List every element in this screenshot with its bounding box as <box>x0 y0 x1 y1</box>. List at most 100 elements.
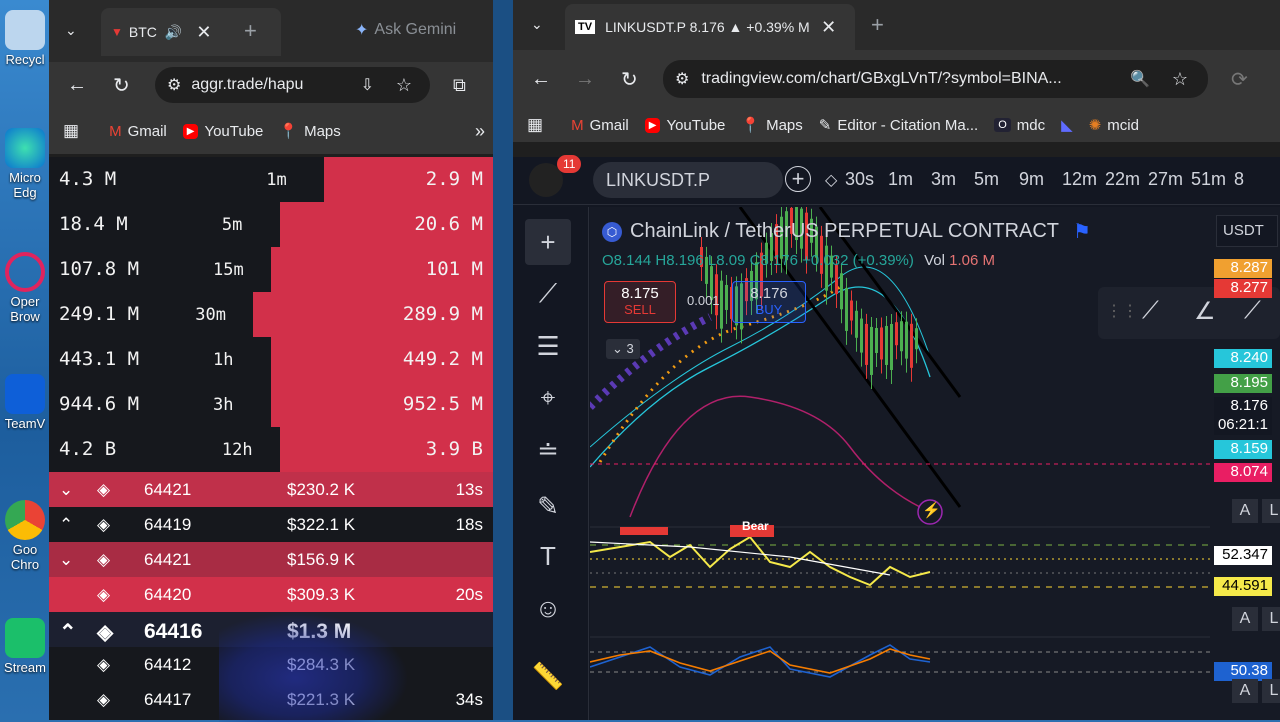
new-tab-icon[interactable]: + <box>871 12 884 38</box>
fib-lines-icon[interactable]: ☰ <box>525 323 571 369</box>
tab-search-icon[interactable]: ⌄ <box>531 16 543 33</box>
log-scale-button[interactable]: L <box>1262 499 1280 523</box>
right-volume: 289.9 M <box>402 303 483 325</box>
prediction-icon[interactable]: ≐ <box>525 427 571 473</box>
tab-tradingview[interactable]: TV LINKUSDT.P 8.176 ▲ +0.39% M ✕ <box>565 4 855 50</box>
desktop-icon-edge[interactable]: Micro Edg <box>0 128 50 200</box>
speaker-icon[interactable]: 🔊 <box>165 24 182 41</box>
price-label: 8.277 <box>1214 279 1272 298</box>
chevron-up-icon: ⌃ <box>59 621 77 644</box>
diamond-icon[interactable]: ◇ <box>825 170 837 190</box>
emoji-icon[interactable]: ☺ <box>525 585 571 631</box>
apps-icon[interactable]: ▦ <box>527 115 543 135</box>
extensions-icon[interactable]: ⧉ <box>453 75 466 96</box>
desktop-icon-stream[interactable]: Stream <box>0 618 50 675</box>
bookmark-youtube[interactable]: ▶ YouTube <box>644 117 725 134</box>
bookmark-mcid[interactable]: ✺ mcid <box>1089 116 1139 135</box>
trend-line-icon[interactable]: ⟋ <box>525 271 571 317</box>
candle <box>720 280 723 329</box>
pattern-icon[interactable]: ⌖ <box>525 375 571 421</box>
currency-selector[interactable]: USDT <box>1216 215 1278 247</box>
log-scale-button[interactable]: L <box>1262 679 1280 703</box>
bookmark-gmail[interactable]: M Gmail <box>571 117 629 134</box>
ask-gemini-button[interactable]: ✦ Ask Gemini <box>355 20 456 40</box>
reload-icon[interactable]: ↻ <box>621 67 638 92</box>
angle-tool-icon[interactable]: ∠ <box>1194 297 1216 326</box>
address-bar[interactable]: ⚙ aggr.trade/hapu ⇩ ☆ <box>155 67 430 103</box>
bookmark-gmail[interactable]: M Gmail <box>109 123 167 140</box>
desktop-icon-chrome[interactable]: Goo Chro <box>0 500 50 572</box>
left-browser-window: ⌄ ▼ BTC 🔊 ✕ + ✦ Ask Gemini ← ↻ ⚙ aggr.tr… <box>49 0 493 722</box>
star-icon[interactable]: ☆ <box>396 75 412 96</box>
text-icon[interactable]: T <box>525 533 571 579</box>
flag-icon[interactable]: ⚑ <box>1073 219 1091 244</box>
desktop-icon-recycle[interactable]: Recycl <box>0 10 50 67</box>
price-label: 8.074 <box>1214 463 1272 482</box>
timeframe-51m[interactable]: 51m <box>1191 169 1226 190</box>
install-app-icon[interactable]: ⇩ <box>361 75 374 95</box>
timeframe-8[interactable]: 8 <box>1234 169 1244 190</box>
bookmark-mdc[interactable]: Omdc <box>994 117 1045 134</box>
timeframe-12m[interactable]: 12m <box>1062 169 1097 190</box>
right-volume: 20.6 M <box>414 213 483 235</box>
candle <box>885 325 888 365</box>
bookmark-editor-citation[interactable]: ✎ Editor - Citation Ma... <box>819 116 978 135</box>
forward-icon[interactable]: → <box>575 68 595 91</box>
sync-icon[interactable]: ⟳ <box>1231 67 1248 92</box>
auto-scale-button[interactable]: A <box>1232 607 1258 631</box>
timeframe-1m[interactable]: 1m <box>888 169 913 190</box>
timeframe-5m[interactable]: 5m <box>974 169 999 190</box>
address-bar[interactable]: ⚙ tradingview.com/chart/GBxgLVnT/?symbol… <box>663 60 1208 98</box>
desktop-icon-teamviewer[interactable]: TeamV <box>0 374 50 431</box>
auto-scale-button[interactable]: A <box>1232 679 1258 703</box>
line-tool-icon[interactable]: ⟋ <box>1244 297 1261 325</box>
desktop-icon-opera[interactable]: Oper Brow <box>0 252 50 324</box>
candle <box>845 287 848 331</box>
exchange-icon: ◈ <box>97 480 111 499</box>
indicators-collapse[interactable]: ⌄ 3 <box>606 339 640 359</box>
zoom-icon[interactable]: 🔍 <box>1130 69 1150 89</box>
trade-row: ⌄ ◈ 64421 $230.2 K 13s <box>49 472 493 507</box>
crosshair-icon[interactable]: + <box>525 219 571 265</box>
ruler-icon[interactable]: 📏 <box>525 653 571 699</box>
lightning-icon[interactable]: ⚡ <box>922 501 941 519</box>
price-chart[interactable]: ⚡ Bear ⬡ ChainLink / TetherUS PERPETUAL … <box>590 207 1280 720</box>
volume-stat-row: 249.1 M 30m 289.9 M <box>49 292 493 337</box>
apps-icon[interactable]: ▦ <box>63 121 79 141</box>
bookmark-youtube[interactable]: ▶ YouTube <box>182 123 263 140</box>
timeframe-22m[interactable]: 22m <box>1105 169 1140 190</box>
desktop: Recycl Micro Edg Oper Brow TeamV Goo Chr… <box>0 0 50 720</box>
back-icon[interactable]: ← <box>531 68 551 91</box>
auto-scale-button[interactable]: A <box>1232 499 1258 523</box>
close-tab-icon[interactable]: ✕ <box>821 17 836 38</box>
bookmark-arrow[interactable]: ◣ <box>1061 116 1073 134</box>
timeframe-9m[interactable]: 9m <box>1019 169 1044 190</box>
reload-icon[interactable]: ↻ <box>113 73 130 98</box>
site-info-icon[interactable]: ⚙ <box>675 69 689 89</box>
ray-tool-icon[interactable]: ⟋ <box>1142 297 1159 325</box>
bookmark-maps[interactable]: 📍 Maps <box>741 116 802 135</box>
drag-handle-icon[interactable]: ⋮⋮ <box>1106 301 1138 321</box>
back-icon[interactable]: ← <box>67 74 87 97</box>
timeframe-27m[interactable]: 27m <box>1148 169 1183 190</box>
new-tab-icon[interactable]: + <box>244 18 257 44</box>
symbol-search[interactable]: LINKUSDT.P ◇ <box>593 162 837 198</box>
site-info-icon[interactable]: ⚙ <box>167 75 181 95</box>
bookmark-maps[interactable]: 📍 Maps <box>279 122 340 141</box>
more-bookmarks-icon[interactable]: » <box>475 121 485 142</box>
tab-search-icon[interactable]: ⌄ <box>65 22 77 39</box>
timeframe-label: 5m <box>221 215 243 235</box>
buy-button[interactable]: 8.176 BUY <box>732 281 806 323</box>
candle <box>855 310 858 338</box>
maps-icon: 📍 <box>741 117 761 134</box>
timeframe-3m[interactable]: 3m <box>931 169 956 190</box>
sell-button[interactable]: 8.175 SELL <box>604 281 676 323</box>
star-icon[interactable]: ☆ <box>1172 69 1188 90</box>
compare-add-icon[interactable]: + <box>785 166 811 192</box>
log-scale-button[interactable]: L <box>1262 607 1280 631</box>
timeframe-label: 30m <box>195 305 226 325</box>
brush-icon[interactable]: ✎ <box>525 483 571 529</box>
timeframe-30s[interactable]: 30s <box>845 169 874 190</box>
trade-price: 64416 <box>144 620 203 643</box>
close-tab-icon[interactable]: ✕ <box>196 22 211 43</box>
